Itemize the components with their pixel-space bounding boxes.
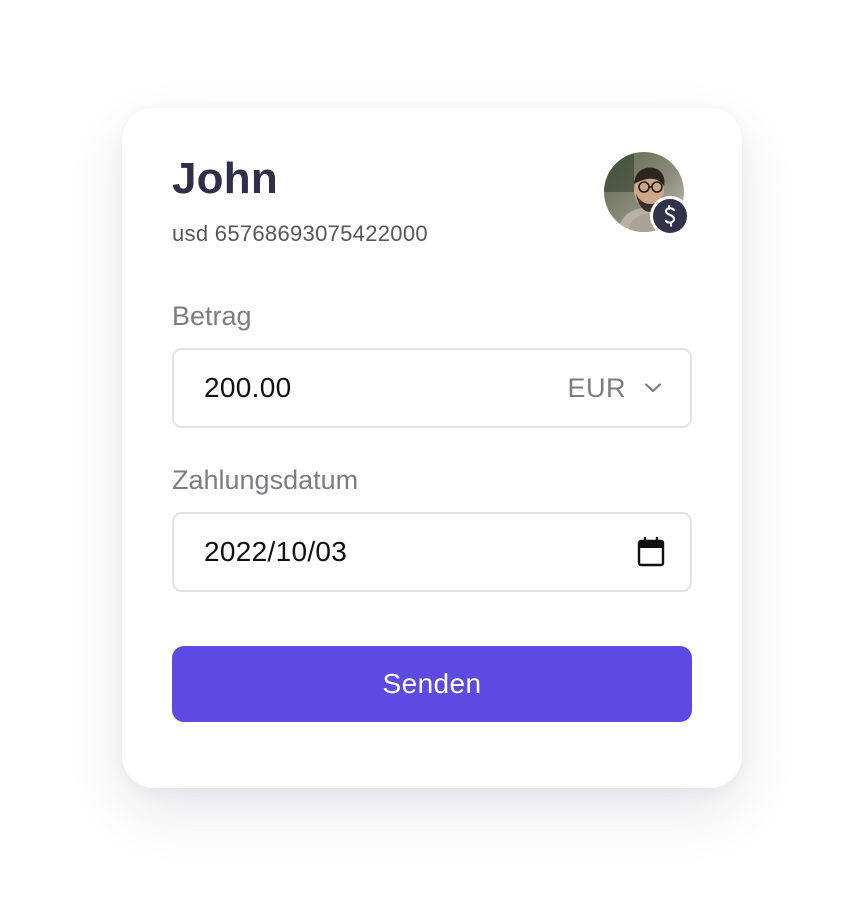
payment-date-label: Zahlungsdatum xyxy=(172,465,359,495)
send-button[interactable]: Senden xyxy=(172,646,692,722)
amount-field[interactable]: 200.00 EUR xyxy=(172,348,692,428)
currency-symbol-icon xyxy=(664,205,676,227)
payment-date-value[interactable]: 2022/10/03 xyxy=(204,514,347,590)
payment-date-field[interactable]: 2022/10/03 xyxy=(172,512,692,592)
currency-value[interactable]: EUR xyxy=(567,373,626,404)
recipient-name: John xyxy=(172,154,278,203)
currency-badge-icon xyxy=(650,196,690,236)
currency-select[interactable]: EUR xyxy=(567,350,662,426)
recipient-account-number: usd 65768693075422000 xyxy=(172,221,428,246)
chevron-down-icon[interactable] xyxy=(644,382,662,394)
recipient-header: John usd 65768693075422000 xyxy=(172,152,692,262)
amount-value[interactable]: 200.00 xyxy=(204,350,291,426)
amount-label: Betrag xyxy=(172,301,252,331)
recipient-avatar-group xyxy=(604,152,692,240)
payment-card: John usd 65768693075422000 Betrag 200.00… xyxy=(122,108,742,788)
calendar-icon[interactable] xyxy=(636,536,666,568)
